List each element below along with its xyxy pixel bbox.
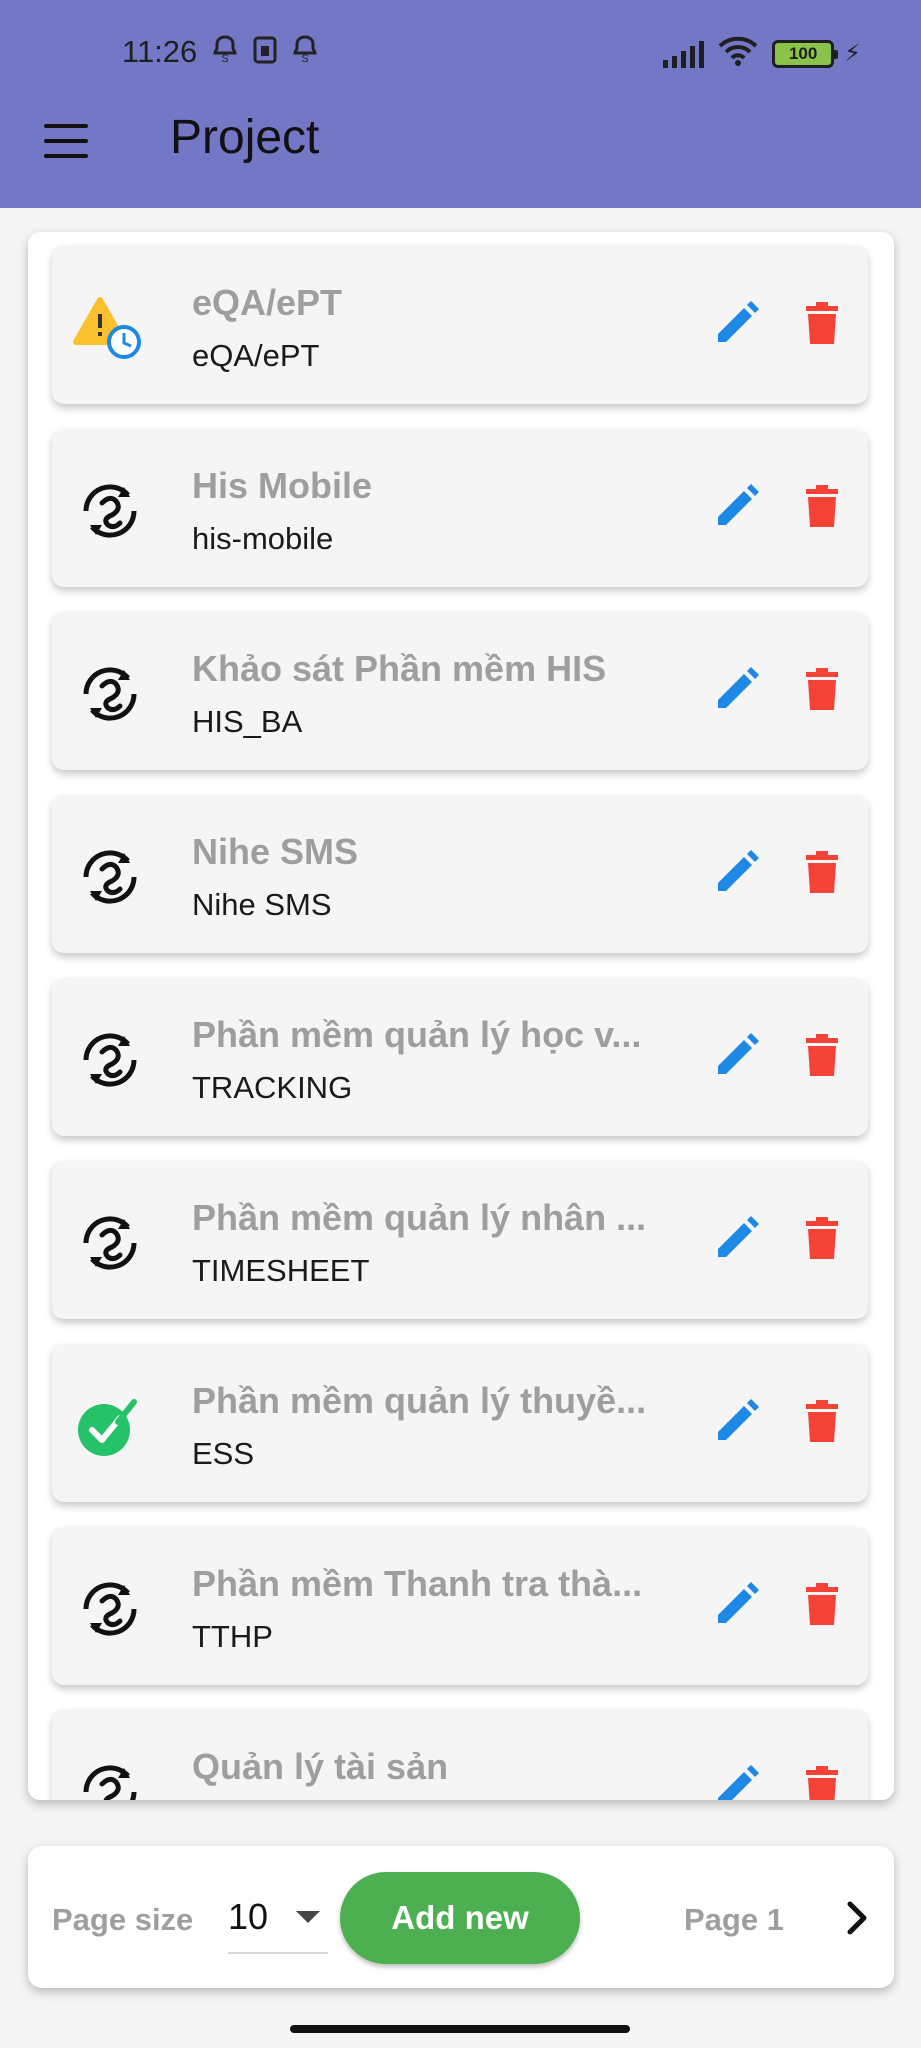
project-list[interactable]: eQA/ePT eQA/ePT His Mobile his-mobile Kh…	[28, 232, 894, 1800]
status-system-icons: 100 ⚡	[663, 36, 861, 71]
project-code: TRACKING	[192, 1070, 353, 1105]
trash-icon[interactable]	[794, 1394, 850, 1450]
sync-icon	[72, 1205, 148, 1281]
project-code: ESS	[192, 1436, 255, 1471]
notification-icon: S	[292, 34, 318, 66]
list-item[interactable]: eQA/ePT eQA/ePT	[52, 246, 868, 404]
page-title: Project	[170, 111, 320, 164]
project-code: eQA/ePT	[192, 338, 320, 373]
battery-level: 100	[788, 43, 818, 63]
project-code: his-mobile	[192, 521, 334, 556]
list-item[interactable]: Nihe SMS Nihe SMS	[52, 795, 868, 953]
sim-icon	[252, 34, 278, 66]
add-new-button[interactable]: Add new	[340, 1872, 580, 1964]
trash-icon[interactable]	[794, 1760, 850, 1800]
charging-icon: ⚡	[844, 40, 861, 67]
project-name: Quản lý tài sản	[192, 1746, 449, 1787]
pencil-icon[interactable]	[708, 1394, 764, 1450]
page-size-dropdown[interactable]: 10	[228, 1882, 328, 1954]
status-notifications: S S	[212, 34, 318, 66]
list-item[interactable]: Phần mềm quản lý nhân ... TIMESHEET	[52, 1161, 868, 1319]
signal-icon	[663, 40, 705, 68]
pencil-icon[interactable]	[708, 662, 764, 718]
sync-icon	[72, 473, 148, 549]
page-indicator: Page 1	[684, 1902, 784, 1937]
page-size-label: Page size	[52, 1902, 194, 1937]
project-name: Khảo sát Phần mềm HIS	[192, 648, 607, 689]
warning-clock-icon	[72, 290, 148, 366]
pencil-icon[interactable]	[708, 1211, 764, 1267]
project-name: Phần mềm quản lý nhân ...	[192, 1197, 647, 1238]
trash-icon[interactable]	[794, 662, 850, 718]
project-name: Phần mềm quản lý học v...	[192, 1014, 642, 1055]
list-item[interactable]: Khảo sát Phần mềm HIS HIS_BA	[52, 612, 868, 770]
trash-icon[interactable]	[794, 1028, 850, 1084]
sync-icon	[72, 1754, 148, 1800]
project-name: eQA/ePT	[192, 282, 343, 323]
project-code: TIMESHEET	[192, 1253, 370, 1288]
pencil-icon[interactable]	[708, 1028, 764, 1084]
project-name: Nihe SMS	[192, 831, 359, 872]
project-name: Phần mềm Thanh tra thà...	[192, 1563, 643, 1604]
trash-icon[interactable]	[794, 845, 850, 901]
project-name: Phần mềm quản lý thuyề...	[192, 1380, 647, 1421]
sync-icon	[72, 839, 148, 915]
trash-icon[interactable]	[794, 1577, 850, 1633]
sync-icon	[72, 1022, 148, 1098]
battery-icon: 100	[772, 39, 839, 68]
chevron-down-icon	[296, 1911, 320, 1923]
pencil-icon[interactable]	[708, 1577, 764, 1633]
app-bar: 11:26 S S 100 ⚡ Project	[0, 0, 921, 208]
list-item[interactable]: Phần mềm Thanh tra thà... TTHP	[52, 1527, 868, 1685]
svg-text:S: S	[221, 53, 228, 65]
menu-icon[interactable]	[44, 124, 88, 158]
list-item[interactable]: His Mobile his-mobile	[52, 429, 868, 587]
trash-icon[interactable]	[794, 296, 850, 352]
home-indicator[interactable]	[290, 2025, 630, 2033]
pencil-icon[interactable]	[708, 845, 764, 901]
list-item[interactable]: Quản lý tài sản	[52, 1710, 868, 1800]
project-name: His Mobile	[192, 465, 373, 506]
project-code: TTHP	[192, 1619, 273, 1654]
status-time: 11:26	[122, 34, 198, 69]
page-size-value: 10	[228, 1896, 269, 1937]
trash-icon[interactable]	[794, 479, 850, 535]
wifi-icon	[718, 36, 758, 71]
sync-icon	[72, 1571, 148, 1647]
list-item[interactable]: Phần mềm quản lý học v... TRACKING	[52, 978, 868, 1136]
notification-icon: S	[212, 34, 238, 66]
pencil-icon[interactable]	[708, 296, 764, 352]
pencil-icon[interactable]	[708, 1760, 764, 1800]
project-code: HIS_BA	[192, 704, 303, 739]
pencil-icon[interactable]	[708, 479, 764, 535]
chevron-right-icon[interactable]	[834, 1894, 882, 1942]
pagination-bar: Page size 10 Add new Page 1	[28, 1846, 894, 1988]
list-item[interactable]: Phần mềm quản lý thuyề... ESS	[52, 1344, 868, 1502]
trash-icon[interactable]	[794, 1211, 850, 1267]
sync-icon	[72, 656, 148, 732]
project-code: Nihe SMS	[192, 887, 332, 922]
svg-text:S: S	[301, 53, 308, 65]
check-circle-icon	[72, 1388, 148, 1464]
